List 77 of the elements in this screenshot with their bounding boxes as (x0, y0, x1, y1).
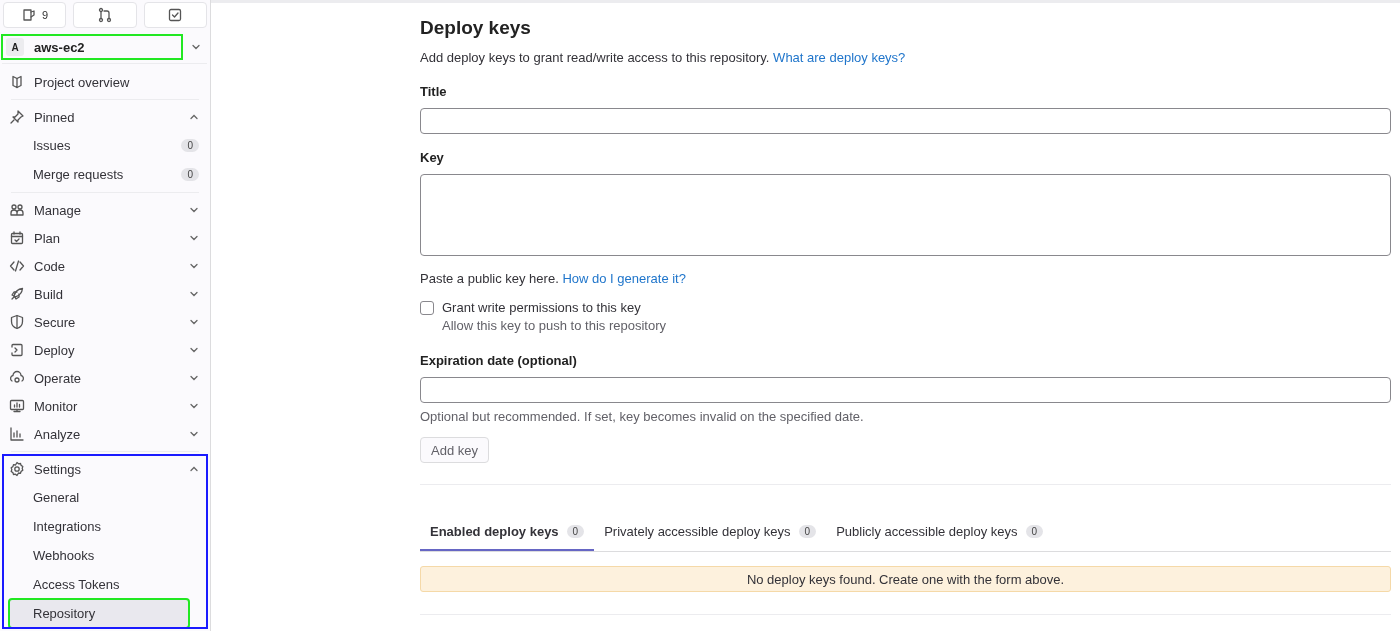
calendar-icon (9, 230, 25, 246)
help-link[interactable]: How do I generate it? (562, 271, 686, 286)
code-icon (9, 258, 25, 274)
sidebar-item[interactable]: Plan (3, 224, 207, 252)
sidebar-subitem[interactable]: Access Tokens (3, 570, 207, 599)
sidebar-item[interactable]: Settings (3, 455, 207, 483)
bar-chart-icon (9, 426, 25, 442)
title-input[interactable] (420, 108, 1391, 134)
chevron-down-icon (189, 401, 199, 411)
help-link[interactable]: What are deploy keys? (773, 50, 906, 65)
chevron-up-icon (189, 112, 199, 122)
sidebar-item[interactable]: Operate (3, 364, 207, 392)
sidebar-subitem[interactable]: Integrations (3, 512, 207, 541)
sidebar-item[interactable]: Analyze (3, 420, 207, 448)
sidebar-subitem[interactable]: Merge requests 0 (3, 160, 207, 189)
merge-request-icon (97, 7, 113, 23)
project-name: aws-ec2 (34, 39, 85, 55)
count-badge: 0 (181, 139, 199, 152)
field-label: Expiration date (optional) (420, 353, 578, 368)
sidebar-item[interactable]: Build (3, 280, 207, 308)
date-input[interactable] (420, 377, 1391, 403)
chevron-down-icon (189, 373, 199, 383)
rocket-icon (9, 286, 25, 302)
count-badge: 0 (181, 168, 199, 181)
chevron-down-icon (189, 345, 199, 355)
hint-text: Optional but recommended. If set, key becomes invalid on the specified date. (420, 409, 865, 424)
shield-icon (9, 314, 25, 330)
chevron-down-icon (191, 42, 201, 52)
checkbox[interactable] (420, 301, 434, 315)
project-avatar: A (6, 38, 24, 56)
tab[interactable]: Privately accessible deploy keys 0 (594, 511, 827, 551)
sidebar-subitem[interactable]: Repository (9, 599, 189, 628)
sidebar-subitem[interactable]: Webhooks (3, 541, 207, 570)
settings-icon (9, 461, 25, 477)
chevron-down-icon (189, 429, 199, 439)
issues-icon (21, 7, 38, 23)
monitor-icon (9, 398, 25, 414)
help-text: Allow this key to push to this repository (442, 318, 666, 333)
todo-checkbox-icon (167, 7, 184, 23)
page-title: Deploy keys (420, 17, 532, 39)
chevron-down-icon (189, 233, 199, 243)
sidebar-item[interactable]: Manage (3, 196, 207, 224)
empty-state-alert: No deploy keys found. Create one with the form above. (420, 566, 1391, 592)
checkbox-label: Grant write permissions to this key (442, 300, 641, 315)
pin-icon (9, 109, 25, 125)
key-textarea[interactable] (420, 174, 1391, 256)
field-label: Key (420, 150, 445, 165)
sidebar-item[interactable]: Monitor (3, 392, 207, 420)
book-icon (9, 74, 25, 90)
deploy-icon (9, 342, 25, 358)
sidebar-item[interactable]: Code (3, 252, 207, 280)
chevron-down-icon (189, 289, 199, 299)
chevron-down-icon (189, 205, 199, 215)
sidebar-item[interactable]: Deploy (3, 336, 207, 364)
sidebar-item[interactable]: Project overview (3, 68, 207, 96)
hint-text: Paste a public key here. How do I generate it? (420, 271, 687, 286)
description-text: Add deploy keys to grant read/write access to this repository. What are deploy keys? (420, 50, 907, 65)
count-badge: 0 (566, 524, 585, 538)
project-switcher[interactable]: A aws-ec2 (2, 35, 182, 59)
tab[interactable]: Enabled deploy keys 0 (420, 511, 595, 551)
add-key-button[interactable]: Add key (420, 437, 489, 463)
issues-button[interactable]: 9 (3, 2, 67, 28)
cloud-gear-icon (9, 370, 25, 386)
sidebar-subitem[interactable]: Issues 0 (3, 131, 207, 160)
sidebar-subitem[interactable]: General (3, 483, 207, 512)
users-icon (9, 202, 25, 218)
tab[interactable]: Publicly accessible deploy keys 0 (826, 511, 1054, 551)
count-badge: 0 (1025, 524, 1044, 538)
todo-button[interactable] (143, 2, 207, 28)
field-label: Title (420, 84, 448, 99)
sidebar-item[interactable]: Pinned (3, 103, 207, 131)
chevron-up-icon (189, 464, 199, 474)
count-badge: 0 (798, 524, 817, 538)
chevron-down-icon (189, 317, 199, 327)
chevron-down-icon (189, 261, 199, 271)
sidebar-item[interactable]: Secure (3, 308, 207, 336)
merge-button[interactable] (73, 2, 137, 28)
